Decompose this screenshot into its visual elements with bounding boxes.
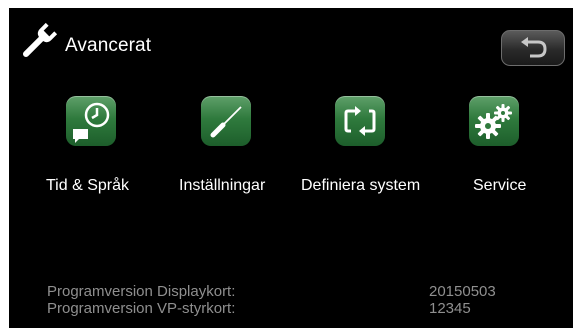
gears-icon [475, 104, 512, 139]
wrench-icon [22, 22, 58, 58]
cycle-arrows-icon [344, 106, 376, 136]
vp-version-value: 12345 [429, 300, 471, 317]
screen: Avancerat Tid & Språk Inställningar Defi… [9, 8, 573, 328]
tid-sprak-button[interactable] [66, 96, 116, 146]
service-button[interactable] [469, 96, 519, 146]
page-title: Avancerat [65, 35, 152, 56]
definiera-system-label: Definiera system [301, 177, 421, 194]
installningar-label: Inställningar [179, 177, 266, 194]
vp-version-label: Programversion VP-styrkort: [47, 300, 236, 317]
service-label: Service [473, 177, 527, 194]
display-version-label: Programversion Displaykort: [47, 283, 236, 300]
installningar-button[interactable] [201, 96, 251, 146]
definiera-system-button[interactable] [335, 96, 385, 146]
tid-sprak-label: Tid & Språk [46, 177, 129, 194]
display-version-value: 20150503 [429, 283, 496, 300]
back-button[interactable] [501, 30, 565, 66]
back-arrow-icon [521, 37, 547, 58]
screwdriver-icon [210, 106, 242, 138]
clock-speech-icon [73, 102, 110, 143]
